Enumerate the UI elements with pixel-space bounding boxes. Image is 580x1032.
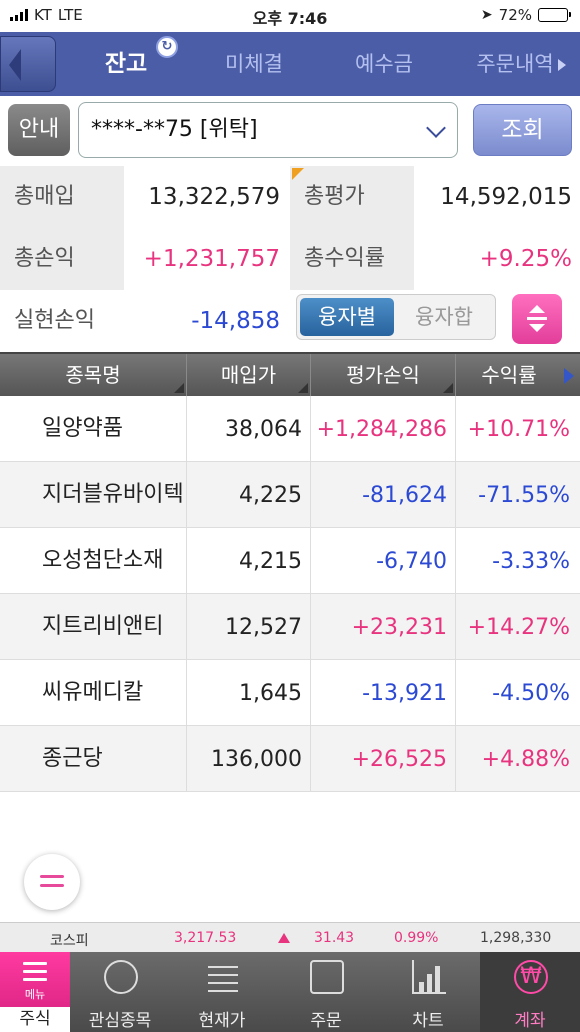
total-rate-label: 총수익률 [290, 228, 414, 290]
back-button[interactable] [0, 36, 56, 92]
stock-name: 씨유메디칼 [0, 660, 187, 726]
eval-pl: +23,231 [311, 594, 456, 660]
eval-pl: -13,921 [311, 660, 456, 726]
return-rate: +10.71% [467, 416, 570, 442]
price-lines-icon [206, 960, 240, 994]
stock-name: 종근당 [0, 726, 187, 792]
buy-price: 4,225 [187, 462, 311, 528]
nav-chart[interactable]: 차트 [378, 952, 478, 1032]
guide-button[interactable]: 안내 [8, 104, 70, 156]
return-rate: +4.88% [481, 746, 570, 772]
balance-summary: 총매입 13,322,579 총평가 14,592,015 총손익 +1,231… [0, 166, 580, 352]
stock-name: 지더블유바이텍 [0, 462, 187, 528]
stock-name: 오성첨단소재 [0, 528, 187, 594]
total-pl-label: 총손익 [0, 228, 124, 290]
ticker-name: 코스피 [50, 933, 89, 949]
total-eval-label: 총평가 [290, 166, 414, 228]
table-row[interactable]: 일양약품 38,064 +1,284,286 +10.71% [0, 396, 580, 462]
ticker-change: 31.43 [314, 930, 355, 946]
return-rate: -3.33% [492, 548, 570, 574]
ticker-volume: 1,298,330 [480, 930, 552, 946]
menu-button[interactable]: 메뉴 주식 [0, 952, 70, 1032]
return-rate: +14.27% [467, 614, 570, 640]
hamburger-icon [23, 962, 47, 986]
table-row[interactable]: 씨유메디칼 1,645 -13,921 -4.50% [0, 660, 580, 726]
buy-price: 136,000 [187, 726, 311, 792]
status-bar: KT LTE 오후 7:46 ➤ 72% [0, 0, 580, 32]
col-header-name[interactable]: 종목명 [0, 354, 187, 396]
account-bar: 안내 ****-**75 [위탁] 조회 [0, 96, 580, 166]
index-ticker[interactable]: 코스피 3,217.53 31.43 0.99% 1,298,330 [0, 922, 580, 952]
buy-price: 1,645 [187, 660, 311, 726]
eval-pl: -6,740 [311, 528, 456, 594]
table-row[interactable]: 지더블유바이텍 4,225 -81,624 -71.55% [0, 462, 580, 528]
eval-pl: +1,284,286 [311, 396, 456, 462]
holdings-table-header: 종목명 매입가 평가손익 수익률 [0, 352, 580, 396]
floating-menu-button[interactable] [24, 854, 80, 910]
ticker-index: 3,217.53 [174, 930, 237, 946]
more-tabs-arrow-icon [557, 59, 566, 71]
eval-pl: +26,525 [311, 726, 456, 792]
return-rate: -71.55% [478, 482, 570, 508]
sort-button[interactable] [512, 294, 562, 344]
table-row[interactable]: 오성첨단소재 4,215 -6,740 -3.33% [0, 528, 580, 594]
refresh-icon[interactable]: ↻ [156, 36, 178, 58]
account-select[interactable]: ****-**75 [위탁] [78, 102, 458, 158]
tab-deposit[interactable]: 예수금 [342, 32, 426, 96]
loan-toggle: 융자별 융자합 [296, 294, 496, 340]
buy-price: 4,215 [187, 528, 311, 594]
buy-price: 12,527 [187, 594, 311, 660]
query-button[interactable]: 조회 [473, 104, 572, 156]
total-buy-label: 총매입 [0, 166, 124, 228]
battery-icon [538, 8, 571, 22]
tab-unfilled[interactable]: 미체결 [212, 32, 296, 96]
ticker-percent: 0.99% [394, 930, 439, 946]
tab-bar: 잔고 ↻ 미체결 예수금 주문내역 [0, 32, 580, 96]
toggle-loan-sum[interactable]: 융자합 [397, 298, 491, 336]
stock-name: 일양약품 [0, 396, 187, 462]
col-header-price[interactable]: 매입가 [187, 354, 311, 396]
nav-watchlist[interactable]: 관심종목 [70, 952, 170, 1032]
total-buy-value: 13,322,579 [124, 166, 288, 228]
scroll-right-icon[interactable] [564, 368, 574, 384]
buy-price: 38,064 [187, 396, 311, 462]
nav-account[interactable]: ₩ 계좌 [480, 952, 580, 1032]
nav-order[interactable]: 주문 [276, 952, 376, 1032]
holdings-table: 일양약품 38,064 +1,284,286 +10.71% 지더블유바이텍 4,225-… [0, 396, 580, 792]
realized-pl-label: 실현손익 [0, 290, 124, 352]
up-arrow-icon [278, 933, 290, 943]
bottom-nav: 메뉴 주식 관심종목 현재가 주문 차트 ₩ 계좌 [0, 952, 580, 1032]
star-circle-icon [104, 960, 138, 994]
col-header-rate[interactable]: 수익률 [456, 354, 580, 396]
chevron-down-icon [426, 118, 446, 138]
total-rate-value: +9.25% [414, 228, 580, 290]
corner-marker [292, 168, 304, 180]
menu-stock-label: 주식 [0, 1007, 70, 1032]
table-row[interactable]: 지트리비앤티 12,527 +23,231 +14.27% [0, 594, 580, 660]
won-icon: ₩ [514, 960, 548, 994]
tab-balance[interactable]: 잔고 ↻ [96, 32, 178, 96]
stock-name: 지트리비앤티 [0, 594, 187, 660]
eval-pl: -81,624 [311, 462, 456, 528]
toggle-by-loan[interactable]: 융자별 [300, 298, 394, 336]
total-eval-value: 14,592,015 [414, 166, 580, 228]
realized-pl-value: -14,858 [124, 290, 288, 352]
battery-percent: 72% [498, 6, 532, 24]
chart-icon [412, 960, 446, 994]
swap-icon [310, 960, 344, 994]
total-pl-value: +1,231,757 [124, 228, 288, 290]
table-row[interactable]: 종근당 136,000 +26,525 +4.88% [0, 726, 580, 792]
sort-up-icon [529, 305, 545, 313]
location-icon: ➤ [480, 7, 493, 23]
return-rate: -4.50% [492, 680, 570, 706]
col-header-pl[interactable]: 평가손익 [311, 354, 456, 396]
tab-order-history[interactable]: 주문내역 [462, 32, 580, 96]
sort-down-icon [529, 324, 545, 332]
nav-current-price[interactable]: 현재가 [172, 952, 272, 1032]
